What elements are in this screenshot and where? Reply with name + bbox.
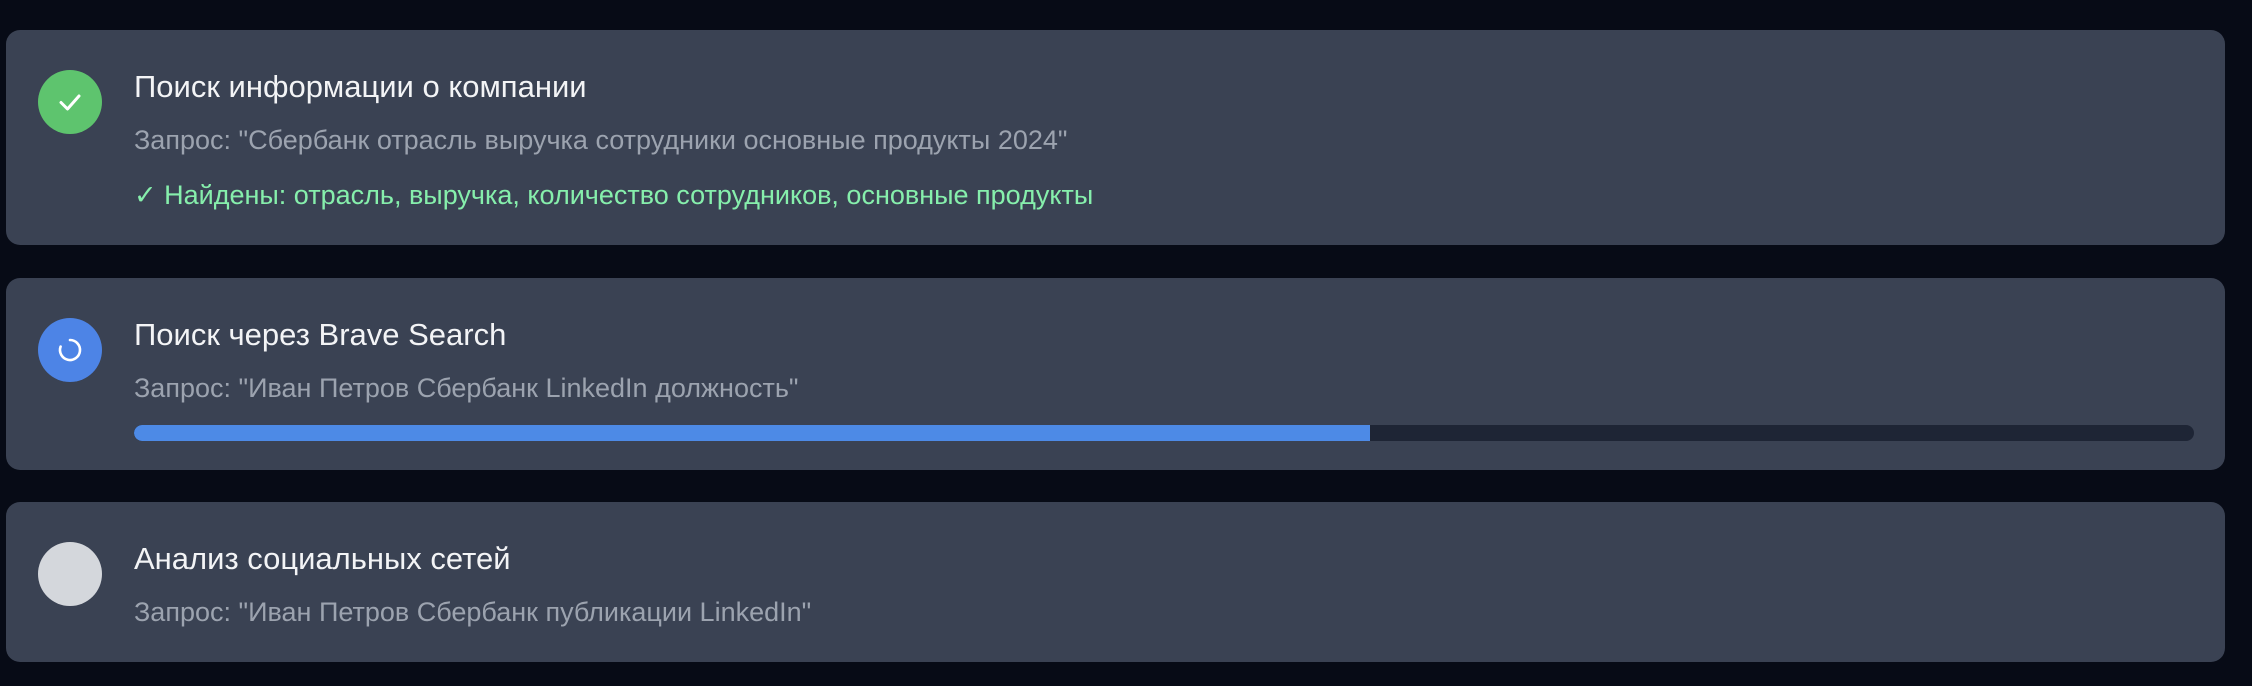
step-content: Поиск информации о компании Запрос: "Сбе… (134, 68, 2193, 212)
status-pending (38, 542, 102, 606)
step-card-company-info: Поиск информации о компании Запрос: "Сбе… (6, 30, 2225, 245)
step-title: Поиск информации о компании (134, 69, 587, 104)
step-query: Запрос: "Иван Петров Сбербанк публикации… (134, 597, 812, 627)
status-done (38, 70, 102, 134)
step-title: Поиск через Brave Search (134, 317, 507, 352)
step-content: Поиск через Brave Search Запрос: "Иван П… (134, 316, 2194, 441)
step-card-brave-search: Поиск через Brave Search Запрос: "Иван П… (6, 278, 2225, 470)
spinner-icon (58, 338, 82, 362)
step-query: Запрос: "Иван Петров Сбербанк LinkedIn д… (134, 373, 799, 403)
status-in-progress (38, 318, 102, 382)
step-query: Запрос: "Сбербанк отрасль выручка сотруд… (134, 125, 1068, 155)
step-title: Анализ социальных сетей (134, 541, 511, 576)
progress-bar (134, 425, 2194, 441)
check-icon (59, 94, 81, 111)
step-content: Анализ социальных сетей Запрос: "Иван Пе… (134, 540, 2193, 629)
search-steps-list: Поиск информации о компании Запрос: "Сбе… (0, 0, 2252, 686)
step-result: ✓ Найдены: отрасль, выручка, количество … (134, 180, 1094, 210)
step-card-social-analysis: Анализ социальных сетей Запрос: "Иван Пе… (6, 502, 2225, 662)
progress-bar-fill (134, 425, 1370, 441)
